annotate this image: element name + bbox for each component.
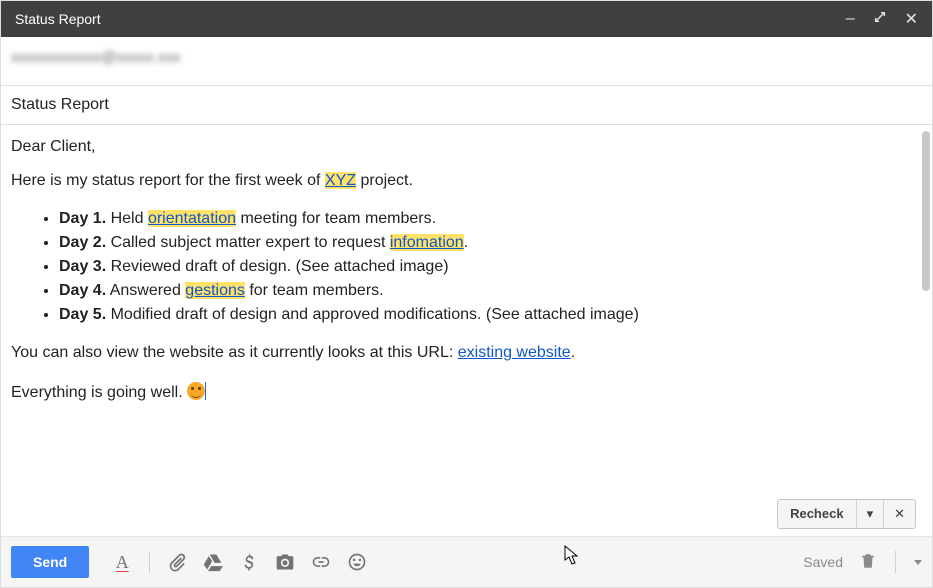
list-item: Day 5. Modified draft of design and appr… [59,303,922,327]
greeting-line: Dear Client, [11,135,922,159]
camera-icon[interactable] [274,551,296,573]
spellcheck-panel: Recheck ▾ ✕ [777,499,916,529]
discard-icon[interactable] [859,552,877,573]
compose-window: Status Report – ✕ xxxxxxxxxxxx@xxxxx.xxx… [0,0,933,588]
spellcheck-highlight[interactable]: gestions [185,282,245,299]
subject-field[interactable]: Status Report [1,86,932,125]
list-item: Day 2. Called subject matter expert to r… [59,231,922,255]
minimize-icon[interactable]: – [846,10,855,28]
more-options-icon[interactable] [914,560,922,565]
status-list: Day 1. Held orientatation meeting for te… [39,207,922,327]
intro-line: Here is my status report for the first w… [11,169,922,193]
drive-icon[interactable] [202,551,224,573]
window-title: Status Report [15,11,101,27]
send-button[interactable]: Send [11,546,89,578]
attach-icon[interactable] [166,551,188,573]
toolbar-right: Saved [803,551,922,573]
emoji-icon[interactable] [346,551,368,573]
spellcheck-highlight[interactable]: orientatation [148,210,236,227]
format-icon[interactable]: A [111,551,133,573]
to-field-row[interactable]: xxxxxxxxxxxx@xxxxx.xxx [1,37,932,86]
recheck-button[interactable]: Recheck [778,500,856,528]
toolbar-separator [149,551,150,573]
close-icon[interactable]: ✕ [905,9,918,29]
saved-label: Saved [803,554,843,570]
toolbar-separator [895,551,896,573]
closing-line: Everything is going well. [11,381,922,405]
scrollbar[interactable] [922,131,930,291]
spellcheck-highlight[interactable]: infomation [390,234,464,251]
recheck-dropdown[interactable]: ▾ [857,500,885,528]
money-icon[interactable] [238,551,260,573]
restore-icon[interactable] [873,10,887,29]
smiley-emoji-icon [187,382,205,400]
text-caret [205,382,206,400]
link-icon[interactable] [310,551,332,573]
recheck-close[interactable]: ✕ [884,500,915,528]
window-titlebar: Status Report – ✕ [1,1,932,37]
list-item: Day 4. Answered gestions for team member… [59,279,922,303]
compose-toolbar: Send A Saved [1,537,932,587]
list-item: Day 1. Held orientatation meeting for te… [59,207,922,231]
to-recipient: xxxxxxxxxxxx@xxxxx.xxx [11,49,180,66]
format-icons: A [111,551,368,573]
message-body[interactable]: Dear Client, Here is my status report fo… [1,125,932,505]
subject-text: Status Report [11,96,109,113]
link-existing-website[interactable]: existing website [458,344,571,361]
list-item: Day 3. Reviewed draft of design. (See at… [59,255,922,279]
spellcheck-highlight[interactable]: XYZ [325,172,356,189]
window-controls: – ✕ [846,9,918,29]
url-line: You can also view the website as it curr… [11,341,922,365]
